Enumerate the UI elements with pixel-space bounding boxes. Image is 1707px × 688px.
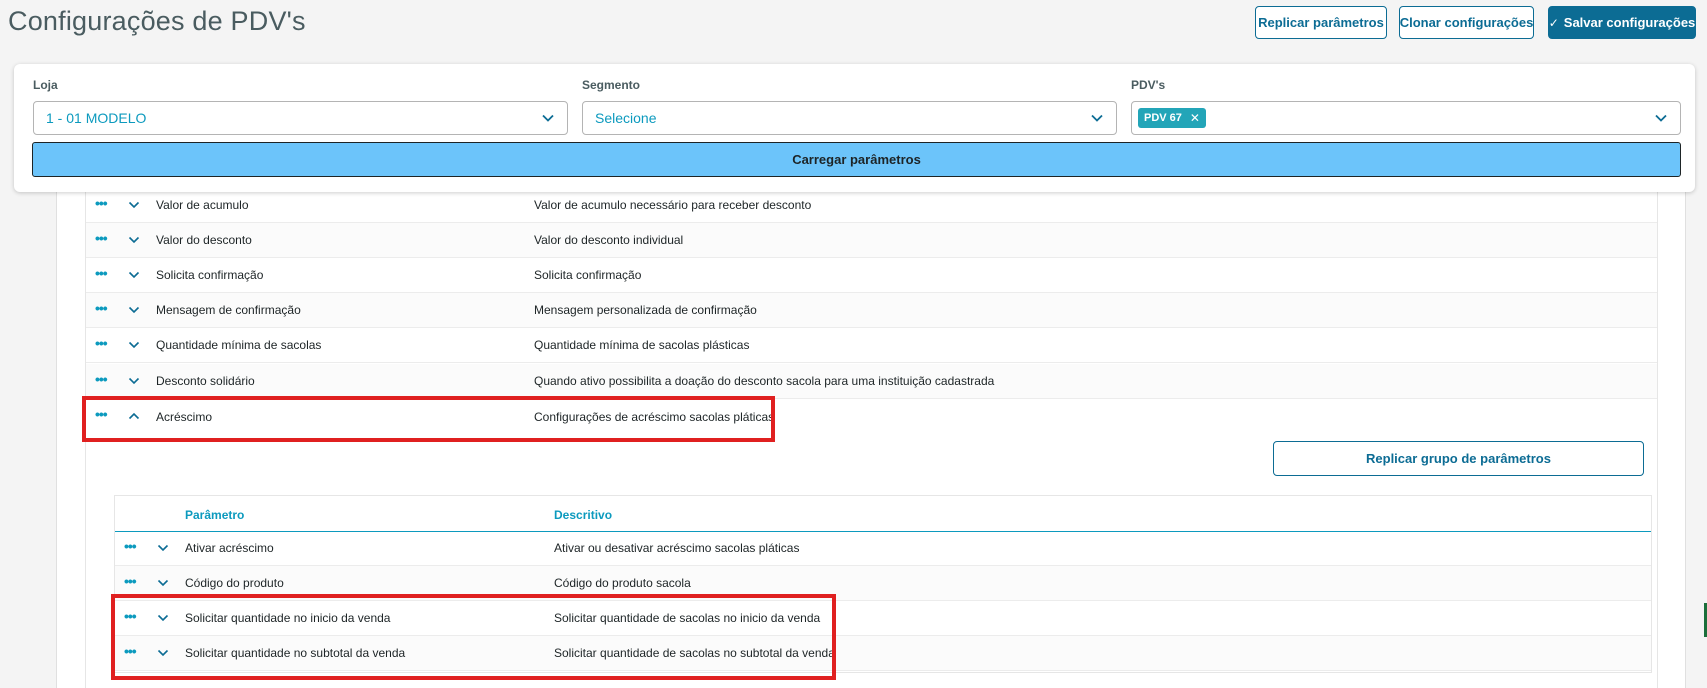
segmento-select[interactable]: Selecione [582,101,1117,135]
column-header-parametro[interactable]: Parâmetro [185,508,244,522]
param-name: Solicitar quantidade no inicio da venda [185,611,391,625]
chevron-up-icon[interactable] [128,410,140,422]
param-desc: Solicitar quantidade de sacolas no subto… [554,646,835,660]
loja-label: Loja [33,78,58,92]
filter-card: Loja 1 - 01 MODELO Segmento Selecione PD… [14,64,1695,192]
param-name: Valor do desconto [156,233,252,247]
chevron-down-icon [1655,114,1667,122]
loja-value: 1 - 01 MODELO [46,110,147,126]
param-name: Mensagem de confirmação [156,303,301,317]
param-name: Quantidade mínima de sacolas [156,338,322,352]
more-dots-icon[interactable]: ••• [95,407,108,421]
more-dots-icon[interactable]: ••• [124,539,137,553]
param-name: Acréscimo [156,409,213,424]
chevron-down-icon[interactable] [128,234,140,246]
param-name: Solicitar quantidade no subtotal da vend… [185,646,406,660]
more-dots-icon[interactable]: ••• [124,574,137,588]
salvar-configuracoes-button[interactable]: ✓ Salvar configurações [1548,6,1696,39]
loja-select[interactable]: 1 - 01 MODELO [33,101,568,135]
segmento-value: Selecione [595,110,657,126]
segmento-label: Segmento [582,78,641,92]
table-row[interactable]: ••• Solicita confirmação Solicita confir… [86,258,1657,293]
sub-table-row[interactable]: ••• Solicitar quantidade no inicio da ve… [115,601,1651,636]
chevron-down-icon [1091,114,1103,122]
param-desc: Solicita confirmação [534,268,642,282]
param-desc: Mensagem personalizada de confirmação [534,303,757,317]
pdvs-label: PDV's [1131,78,1166,92]
more-dots-icon[interactable]: ••• [124,609,137,623]
pdvs-multiselect[interactable]: PDV 67 ✕ [1131,101,1681,135]
param-desc: Código do produto sacola [554,576,691,590]
more-dots-icon[interactable]: ••• [95,266,108,280]
check-icon: ✓ [1548,15,1559,30]
replicar-grupo-button[interactable]: Replicar grupo de parâmetros [1273,441,1644,476]
pdv-tag-label: PDV 67 [1144,112,1182,124]
param-desc: Ativar ou desativar acréscimo sacolas pl… [554,541,800,555]
table-row[interactable]: ••• Quantidade mínima de sacolas Quantid… [86,328,1657,363]
param-desc: Valor do desconto individual [534,233,684,247]
chevron-down-icon[interactable] [128,199,140,211]
chevron-down-icon[interactable] [128,375,140,387]
table-row-expanded[interactable]: ••• Acréscimo Configurações de acréscimo… [86,399,1657,434]
param-desc: Solicitar quantidade de sacolas no inici… [554,611,821,625]
chevron-down-icon[interactable] [157,647,169,659]
page-title: Configurações de PDV's [8,6,306,36]
table-row[interactable]: ••• Valor de acumulo Valor de acumulo ne… [86,188,1657,223]
chevron-down-icon[interactable] [157,612,169,624]
clonar-configuracoes-button[interactable]: Clonar configurações [1399,6,1534,39]
column-header-descritivo[interactable]: Descritivo [554,508,612,522]
param-name: Valor de acumulo [156,198,249,212]
more-dots-icon[interactable]: ••• [95,372,108,386]
param-desc: Quando ativo possibilita a doação do des… [534,374,995,388]
param-name: Desconto solidário [156,374,255,388]
more-dots-icon[interactable]: ••• [124,644,137,658]
more-dots-icon[interactable]: ••• [95,196,108,210]
chevron-down-icon[interactable] [157,542,169,554]
table-row[interactable]: ••• Valor do desconto Valor do desconto … [86,223,1657,258]
sub-table-row[interactable]: ••• Ativar acréscimo Ativar ou desativar… [115,531,1651,566]
more-dots-icon[interactable]: ••• [95,301,108,315]
chevron-down-icon[interactable] [128,269,140,281]
param-desc: Configurações de acréscimo sacolas pláti… [534,409,775,424]
param-name: Ativar acréscimo [185,541,274,555]
salvar-configuracoes-label: Salvar configurações [1563,15,1696,30]
param-desc: Quantidade mínima de sacolas plásticas [534,338,750,352]
sub-table-row[interactable]: ••• Código do produto Código do produto … [115,566,1651,601]
param-desc: Valor de acumulo necessário para receber… [534,198,812,212]
table-row[interactable]: ••• Desconto solidário Quando ativo poss… [86,364,1657,399]
pdv-tag: PDV 67 ✕ [1138,108,1206,128]
close-icon[interactable]: ✕ [1190,111,1200,125]
chevron-down-icon[interactable] [128,339,140,351]
param-name: Solicita confirmação [156,268,264,282]
more-dots-icon[interactable]: ••• [95,231,108,245]
sub-table-row[interactable]: ••• Solicitar quantidade no subtotal da … [115,636,1651,671]
chevron-down-icon [542,114,554,122]
table-row[interactable]: ••• Mensagem de confirmação Mensagem per… [86,293,1657,328]
replicar-parametros-button[interactable]: Replicar parâmetros [1255,6,1387,39]
chevron-down-icon[interactable] [128,304,140,316]
chevron-down-icon[interactable] [157,577,169,589]
sub-table-header: Parâmetro Descritivo [115,496,1651,532]
carregar-parametros-button[interactable]: Carregar parâmetros [32,142,1681,177]
more-dots-icon[interactable]: ••• [95,336,108,350]
param-name: Código do produto [185,576,284,590]
